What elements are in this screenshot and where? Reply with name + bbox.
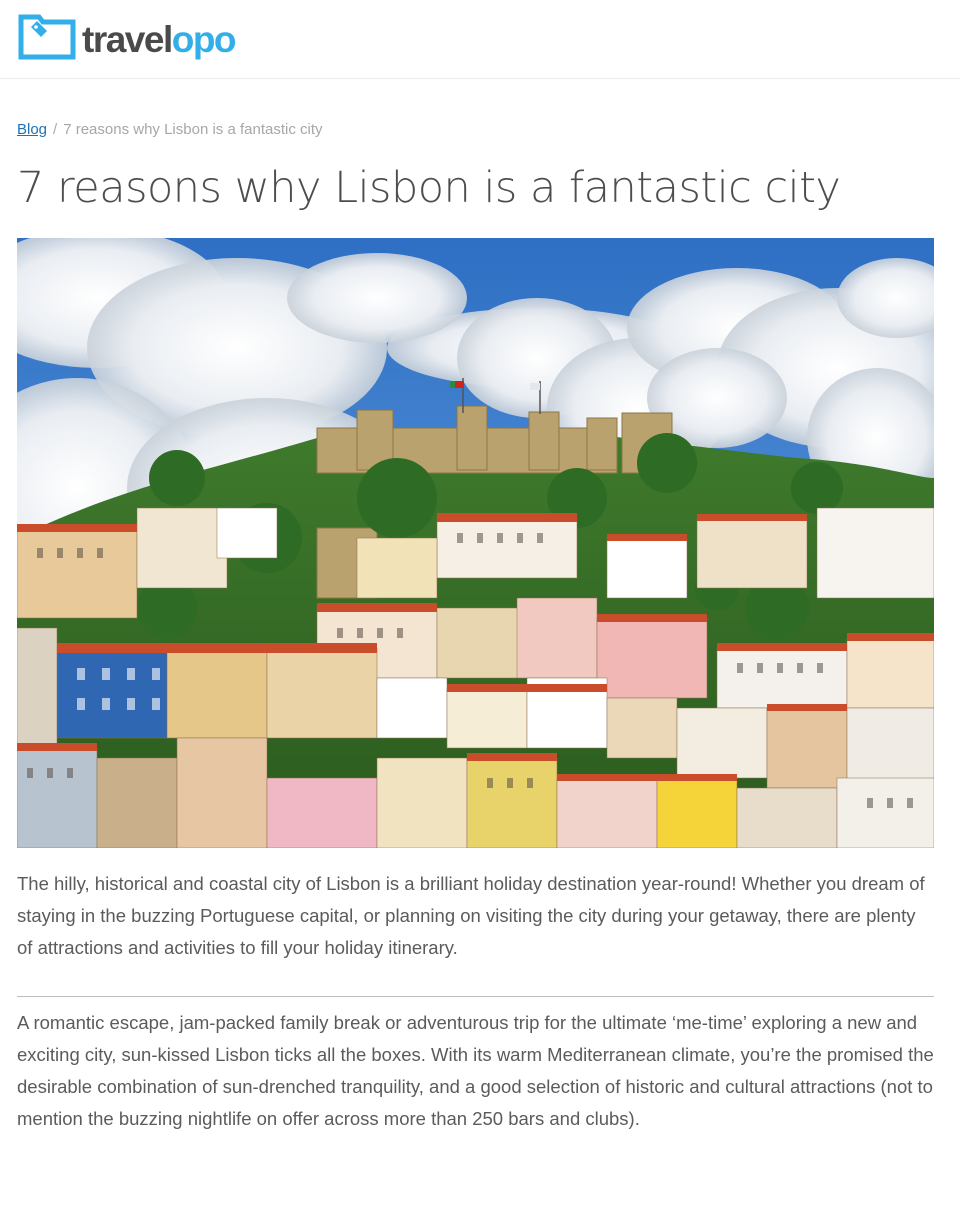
breadcrumb-blog-link[interactable]: Blog [17, 121, 47, 139]
breadcrumb-current: 7 reasons why Lisbon is a fantastic city [63, 121, 323, 138]
breadcrumb-separator: / [53, 121, 58, 138]
hero-image-lisbon [17, 238, 934, 848]
site-header: travelopo [0, 0, 960, 79]
logo-text-opo: opo [171, 18, 237, 60]
logo-link[interactable]: travelopo [17, 12, 237, 62]
logo-text-travel: travel [82, 18, 173, 60]
logo-wordmark: travelopo [82, 18, 237, 60]
article-intro: The hilly, historical and coastal city o… [17, 873, 925, 958]
section-divider [17, 996, 934, 997]
article-paragraph: A romantic escape, jam-packed family bre… [17, 1012, 934, 1129]
article-content: Blog / 7 reasons why Lisbon is a fantast… [17, 79, 934, 1135]
breadcrumb: Blog / 7 reasons why Lisbon is a fantast… [17, 121, 934, 139]
page-title: 7 reasons why Lisbon is a fantastic city [17, 163, 841, 213]
luggage-tag-icon [17, 13, 77, 61]
